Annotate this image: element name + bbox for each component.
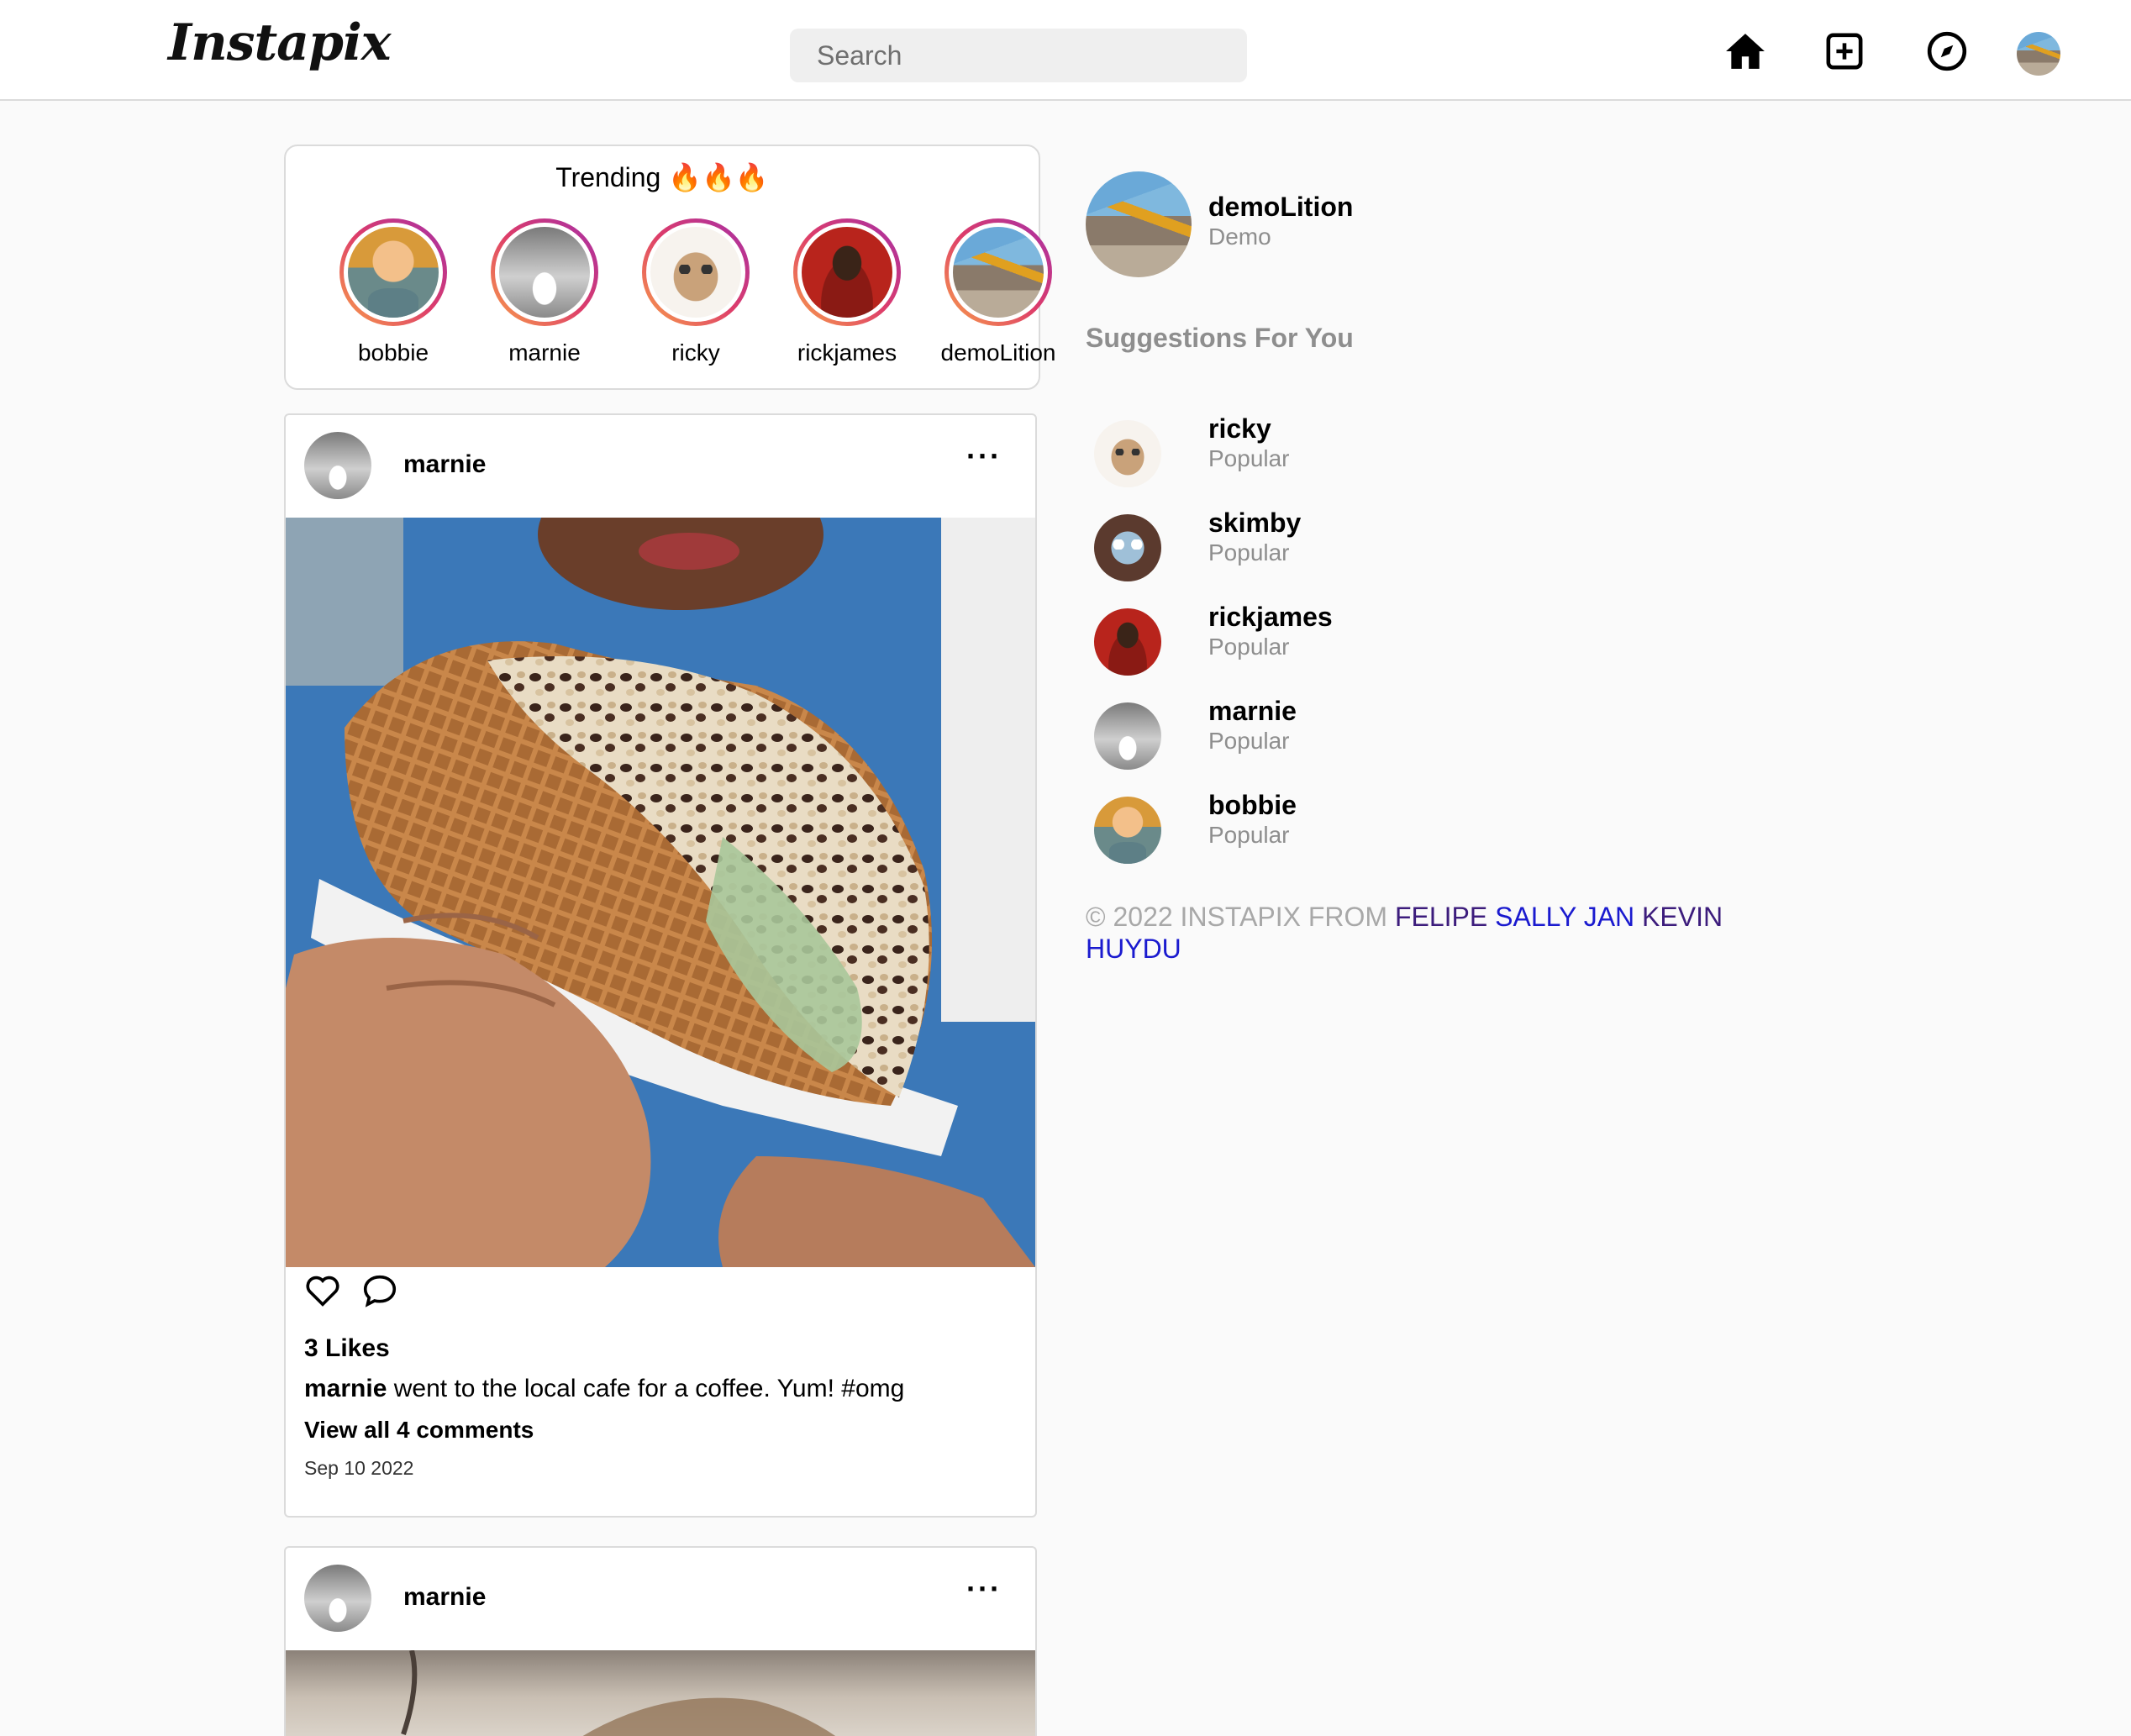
post-image[interactable] [286, 518, 1035, 1267]
author-link-jan[interactable]: JAN [1584, 902, 1634, 932]
suggestion-label: Popular [1208, 539, 1290, 566]
author-link-felipe[interactable]: FELIPE [1395, 902, 1487, 932]
trending-panel: Trending 🔥🔥🔥 bobbie marnie ricky rickjam… [284, 145, 1055, 390]
avatar[interactable] [1094, 702, 1161, 770]
home-icon[interactable] [1723, 29, 1768, 74]
author-link-kevin[interactable]: KEVIN [1642, 902, 1723, 932]
post-date: Sep 10 2022 [304, 1457, 414, 1479]
trending-username: ricky [671, 339, 720, 366]
view-comments-link[interactable]: View all 4 comments [304, 1417, 534, 1444]
post-image[interactable] [286, 1650, 1035, 1736]
caption-author[interactable]: marnie [304, 1375, 387, 1402]
post-author-name[interactable]: marnie [403, 1583, 486, 1612]
instapix-logo[interactable]: Instapix [168, 13, 392, 72]
suggestion-username[interactable]: ricky [1208, 413, 1271, 445]
suggestion-label: Popular [1208, 822, 1290, 848]
post-author-avatar[interactable] [304, 1565, 371, 1632]
trending-username: marnie [508, 339, 581, 366]
avatar[interactable] [1094, 608, 1161, 676]
avatar [348, 227, 439, 318]
author-link-huydu[interactable]: HUYDU [1086, 934, 1181, 964]
more-options-icon[interactable]: ··· [966, 1571, 1002, 1607]
suggestion-username[interactable]: bobbie [1208, 790, 1297, 821]
current-user-username[interactable]: demoLition [1208, 192, 1353, 223]
avatar [953, 227, 1044, 318]
author-link-sally[interactable]: SALLY [1495, 902, 1576, 932]
suggestion-label: Popular [1208, 445, 1290, 471]
caption-text: went to the local cafe for a coffee. Yum… [393, 1375, 905, 1402]
suggestion-item-rickjames[interactable]: rickjames Popular [1086, 602, 1674, 686]
trending-username: demoLition [940, 339, 1056, 366]
post-header: marnie ··· [286, 1548, 1035, 1650]
post-author-name[interactable]: marnie [403, 450, 486, 479]
explore-icon[interactable] [1924, 29, 1970, 74]
suggestion-username[interactable]: skimby [1208, 508, 1301, 539]
avatar [499, 227, 590, 318]
top-nav: Instapix [0, 0, 2131, 101]
more-options-icon[interactable]: ··· [966, 439, 1002, 474]
trending-story-ricky[interactable]: ricky [620, 218, 771, 366]
trending-story-marnie[interactable]: marnie [469, 218, 620, 366]
trending-username: rickjames [797, 339, 897, 366]
avatar [650, 227, 741, 318]
suggestion-label: Popular [1208, 728, 1290, 754]
suggestions-title: Suggestions For You [1086, 323, 1354, 353]
like-heart-icon[interactable] [304, 1274, 341, 1312]
suggestion-item-marnie[interactable]: marnie Popular [1086, 696, 1674, 780]
trending-story-demolition[interactable]: demoLition [923, 218, 1074, 366]
avatar [802, 227, 892, 318]
profile-avatar[interactable] [2017, 32, 2060, 76]
avatar[interactable] [1094, 514, 1161, 581]
current-user-avatar[interactable] [1086, 171, 1192, 277]
post-card: marnie ··· [284, 413, 1037, 1518]
avatar[interactable] [1094, 420, 1161, 487]
current-user-name: Demo [1208, 224, 1271, 250]
suggestion-username[interactable]: rickjames [1208, 602, 1333, 633]
suggestion-label: Popular [1208, 634, 1290, 660]
footer-credits: © 2022 INSTAPIX FROM FELIPE SALLY JAN KE… [1086, 901, 1758, 965]
trending-story-bobbie[interactable]: bobbie [318, 218, 469, 366]
trending-username: bobbie [357, 339, 429, 366]
comment-icon[interactable] [361, 1274, 398, 1312]
suggestion-username[interactable]: marnie [1208, 696, 1297, 727]
add-post-icon[interactable] [1822, 29, 1867, 74]
post-card: marnie ··· [284, 1546, 1037, 1736]
suggestion-item-bobbie[interactable]: bobbie Popular [1086, 790, 1674, 874]
likes-count[interactable]: 3 Likes [304, 1334, 390, 1363]
post-author-avatar[interactable] [304, 432, 371, 499]
trending-story-rickjames[interactable]: rickjames [771, 218, 923, 366]
suggestion-item-skimby[interactable]: skimby Popular [1086, 508, 1674, 592]
footer-copyright: © 2022 INSTAPIX FROM [1086, 902, 1388, 932]
suggestion-item-ricky[interactable]: ricky Popular [1086, 413, 1674, 497]
post-header: marnie ··· [286, 415, 1035, 518]
trending-title: Trending 🔥🔥🔥 [555, 162, 769, 192]
post-caption: marnie went to the local cafe for a coff… [304, 1375, 904, 1403]
avatar[interactable] [1094, 797, 1161, 864]
search-input[interactable] [790, 29, 1247, 82]
